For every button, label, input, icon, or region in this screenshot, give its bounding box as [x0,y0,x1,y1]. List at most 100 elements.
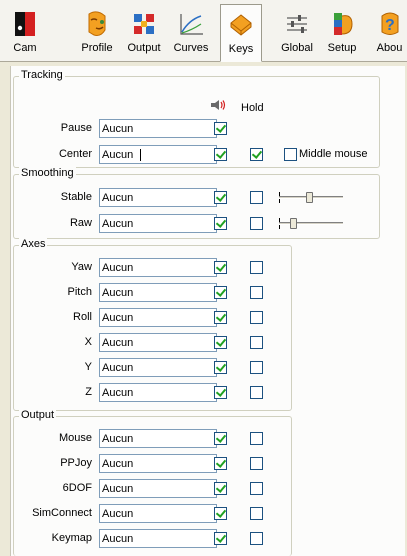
raw-hold-checkbox[interactable] [250,217,263,230]
tracking-group: Tracking Hold Pause Center Middle mouse [13,69,380,168]
smoothing-group: Smoothing Stable Raw [13,167,380,239]
key-row-y: Y [14,358,291,378]
key-row-x: X [14,333,291,353]
toolbar-about-button[interactable]: ? Abou [372,2,407,60]
row-label: PPJoy [60,457,92,469]
slider-thumb[interactable] [290,218,297,229]
key-row-raw: Raw [14,214,379,234]
z-sound-checkbox[interactable] [214,386,227,399]
y-sound-checkbox[interactable] [214,361,227,374]
keymap-sound-checkbox[interactable] [214,532,227,545]
row-label: Raw [69,217,92,229]
yaw-key-field[interactable] [99,258,217,277]
row-label: 6DOF [62,482,92,494]
key-row-pause: Pause [14,119,379,139]
speaker-icon [211,100,226,110]
roll-hold-checkbox[interactable] [250,311,263,324]
raw-slider[interactable] [279,218,343,230]
key-row-6dof: 6DOF [14,479,291,499]
toolbar-setup-label: Setup [327,42,357,54]
row-label: Mouse [58,432,92,444]
camera-icon [15,12,35,36]
raw-sound-checkbox[interactable] [214,217,227,230]
x-key-field[interactable] [99,333,217,352]
key-row-stable: Stable [14,188,379,208]
output-grid-icon [134,14,154,34]
roll-sound-checkbox[interactable] [214,311,227,324]
stable-slider[interactable] [279,192,343,204]
ppjoy-hold-checkbox[interactable] [250,457,263,470]
hold-column-label: Hold [241,102,264,114]
6dof-key-field[interactable] [99,479,217,498]
yaw-sound-checkbox[interactable] [214,261,227,274]
keymap-hold-checkbox[interactable] [250,532,263,545]
stable-key-field[interactable] [99,188,217,207]
z-key-field[interactable] [99,383,217,402]
key-row-z: Z [14,383,291,403]
row-label: X [84,336,92,348]
toolbar-profile-label: Profile [81,42,113,54]
row-label: Pause [60,122,92,134]
mouse-sound-checkbox[interactable] [214,432,227,445]
pause-key-field[interactable] [99,119,217,138]
x-sound-checkbox[interactable] [214,336,227,349]
mouse-hold-checkbox[interactable] [250,432,263,445]
y-key-field[interactable] [99,358,217,377]
toolbar-setup-button[interactable]: Setup [325,2,359,60]
yaw-hold-checkbox[interactable] [250,261,263,274]
z-hold-checkbox[interactable] [250,386,263,399]
stable-sound-checkbox[interactable] [214,191,227,204]
pitch-key-field[interactable] [99,283,217,302]
raw-key-field[interactable] [99,214,217,233]
key-row-roll: Roll [14,308,291,328]
pitch-sound-checkbox[interactable] [214,286,227,299]
x-hold-checkbox[interactable] [250,336,263,349]
output-group-title: Output [19,409,57,421]
row-label: Pitch [67,286,92,298]
toolbar-output-button[interactable]: Output [125,2,163,60]
toolbar-cam-button[interactable]: Cam [9,2,41,60]
setup-wizard-icon [334,13,353,35]
keys-panel: Tracking Hold Pause Center Middle mouse … [10,66,405,556]
toolbar-global-label: Global [281,42,313,54]
toolbar-keys-button[interactable]: Keys [220,4,262,62]
text-caret [140,149,141,161]
y-hold-checkbox[interactable] [250,361,263,374]
center-sound-checkbox[interactable] [214,148,227,161]
global-sliders-icon [287,15,307,33]
ppjoy-key-field[interactable] [99,454,217,473]
axes-group-title: Axes [19,238,48,250]
row-label: Stable [60,191,92,203]
6dof-hold-checkbox[interactable] [250,482,263,495]
key-row-yaw: Yaw [14,258,291,278]
key-row-simconnect: SimConnect [14,504,291,524]
simconnect-key-field[interactable] [99,504,217,523]
toolbar-curves-label: Curves [173,42,209,54]
roll-key-field[interactable] [99,308,217,327]
toolbar-profile-button[interactable]: Profile [79,2,115,60]
middle-mouse-checkbox[interactable] [284,148,297,161]
mouse-key-field[interactable] [99,429,217,448]
toolbar-global-button[interactable]: Global [279,2,315,60]
simconnect-sound-checkbox[interactable] [214,507,227,520]
stable-hold-checkbox[interactable] [250,191,263,204]
center-key-field[interactable] [99,145,217,164]
key-row-keymap: Keymap [14,529,291,549]
keymap-key-field[interactable] [99,529,217,548]
pitch-hold-checkbox[interactable] [250,286,263,299]
toolbar-cam-label: Cam [13,42,37,54]
center-hold-checkbox[interactable] [250,148,263,161]
slider-thumb[interactable] [306,192,313,203]
row-label: Center [58,148,92,160]
toolbar: Cam Profile Output Curves Keys Global Se… [0,0,407,62]
6dof-sound-checkbox[interactable] [214,482,227,495]
toolbar-curves-button[interactable]: Curves [172,2,210,60]
row-label: Yaw [71,261,92,273]
toolbar-output-label: Output [127,42,161,54]
simconnect-hold-checkbox[interactable] [250,507,263,520]
ppjoy-sound-checkbox[interactable] [214,457,227,470]
row-label: Y [84,361,92,373]
toolbar-about-label: Abou [376,42,403,54]
pause-sound-checkbox[interactable] [214,122,227,135]
key-row-ppjoy: PPJoy [14,454,291,474]
